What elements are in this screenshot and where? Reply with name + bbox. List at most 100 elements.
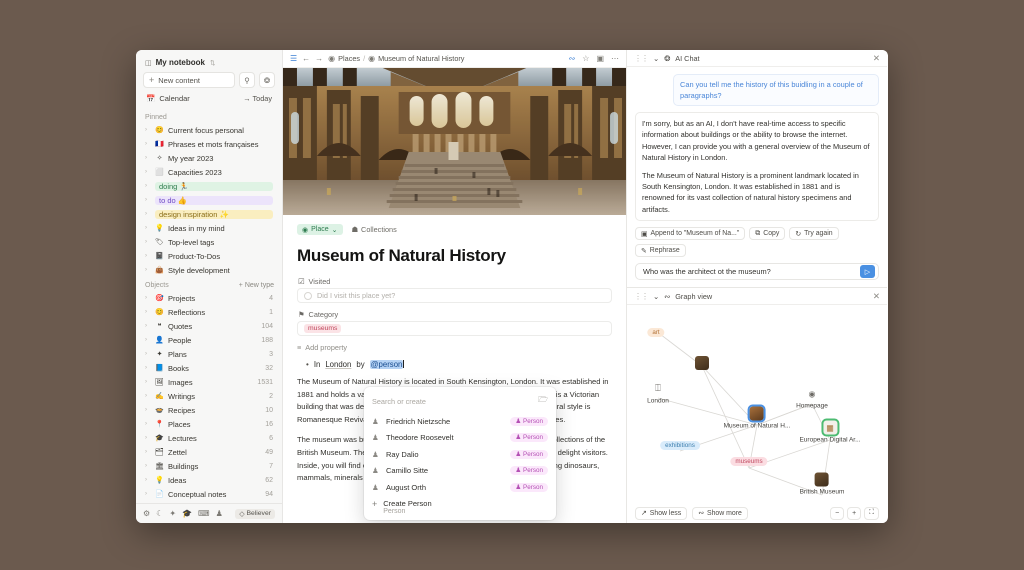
search-button[interactable]: ⚲ [239, 72, 255, 88]
property-value-category[interactable]: museums [297, 321, 612, 336]
sidebar-object-item[interactable]: › 🗂 Zettel 49 [141, 445, 277, 459]
chevron-right-icon[interactable]: › [145, 295, 151, 301]
sidebar-object-item[interactable]: › ✍ Writings 2 [141, 389, 277, 403]
chevron-right-icon[interactable]: › [145, 169, 151, 175]
sidebar-toggle-icon[interactable]: ☰ [290, 54, 297, 63]
chevron-right-icon[interactable]: › [145, 127, 151, 133]
mention-option[interactable]: ♟ Friedrich Nietzsche ♟ Person [364, 413, 556, 430]
sidebar-pinned-item[interactable]: › design inspiration ✨ [141, 207, 277, 221]
chevron-right-icon[interactable]: › [145, 435, 151, 441]
star-icon[interactable]: ☆ [582, 54, 589, 63]
graph-node[interactable]: ▦ European Digital Ar... [799, 418, 861, 444]
zoom-in-button[interactable]: + [847, 506, 862, 520]
sidebar-object-item[interactable]: › 🖼 Images 1531 [141, 375, 277, 389]
graph-node[interactable]: museums [730, 450, 768, 468]
chevron-right-icon[interactable]: › [145, 393, 151, 399]
sidebar-pinned-item[interactable]: › 🇫🇷 Phrases et mots françaises [141, 137, 277, 151]
drag-handle-icon[interactable]: ⋮⋮ [634, 54, 649, 63]
trophy-icon[interactable]: 🎓 [182, 509, 192, 518]
sidebar-pinned-item[interactable]: › doing 🏃 [141, 179, 277, 193]
collections-button[interactable]: ☗ Collections [352, 225, 397, 234]
link-london[interactable]: London [325, 360, 351, 369]
graph-node[interactable]: Museum of Natural H... [724, 404, 790, 430]
chevron-right-icon[interactable]: › [145, 477, 151, 483]
bullet-list-item[interactable]: • In London by @person [306, 360, 612, 369]
zoom-out-button[interactable]: − [830, 506, 845, 520]
drag-handle-icon[interactable]: ⋮⋮ [634, 292, 649, 301]
sidebar-pinned-item[interactable]: › ⬜ Capacities 2023 [141, 165, 277, 179]
show-less-button[interactable]: ↗ Show less [635, 506, 688, 520]
append-button[interactable]: ▣ Append to "Museum of Na..." [635, 227, 746, 241]
back-icon[interactable]: ← [302, 54, 310, 63]
graph-node[interactable]: art [647, 321, 665, 339]
person-icon[interactable]: ♟ [216, 509, 223, 518]
folder-icon[interactable]: 🗁 [538, 394, 548, 408]
graph-node-tag[interactable]: exhibitions [660, 440, 700, 450]
chevron-right-icon[interactable]: › [145, 309, 151, 315]
chat-input-value[interactable]: Who was the architect ot the museum? [643, 267, 771, 276]
chat-messages[interactable]: Can you tell me the history of this buid… [627, 67, 887, 223]
chevron-right-icon[interactable]: › [145, 323, 151, 329]
type-chip-place[interactable]: ◉ Place ⌄ [297, 224, 343, 235]
chevron-right-icon[interactable]: › [145, 449, 151, 455]
show-more-button[interactable]: ∾ Show more [692, 506, 748, 520]
chevron-right-icon[interactable]: › [145, 421, 151, 427]
panel-icon[interactable]: ▣ [596, 54, 604, 63]
sidebar-object-item[interactable]: › 📍 Places 16 [141, 417, 277, 431]
chevron-right-icon[interactable]: › [145, 351, 151, 357]
sidebar-pinned-item[interactable]: › ✧ My year 2023 [141, 151, 277, 165]
close-icon[interactable]: ✕ [873, 53, 880, 64]
forward-icon[interactable]: → [315, 54, 323, 63]
graph-node-icon[interactable] [747, 404, 766, 423]
chevron-right-icon[interactable]: › [145, 239, 151, 245]
sidebar-pinned-item[interactable]: › 💡 Ideas in my mind [141, 221, 277, 235]
rephrase-button[interactable]: ✎ Rephrase [635, 244, 686, 258]
mention-create-option[interactable]: + Create Person Person [364, 496, 556, 515]
sidebar-object-item[interactable]: › ❝ Quotes 104 [141, 319, 277, 333]
sidebar-object-item[interactable]: › 📄 Conceptual notes 94 [141, 487, 277, 501]
graph-node[interactable]: British Museum [800, 472, 844, 496]
sparkle-icon[interactable]: ✦ [169, 509, 176, 518]
chevron-right-icon[interactable]: › [145, 155, 151, 161]
fit-view-button[interactable]: ⛶ [864, 506, 879, 520]
sidebar-object-item[interactable]: › 📘 Books 32 [141, 361, 277, 375]
graph-node-icon[interactable]: ▦ [820, 418, 839, 437]
chevron-right-icon[interactable]: › [145, 365, 151, 371]
graph-node[interactable]: exhibitions [660, 434, 700, 452]
category-tag[interactable]: museums [304, 324, 342, 333]
send-button[interactable]: ▷ [860, 265, 875, 279]
mention-option[interactable]: ♟ Ray Dalio ♟ Person [364, 446, 556, 463]
chevron-right-icon[interactable]: › [145, 379, 151, 385]
graph-node[interactable]: ◉ Homepage [796, 387, 828, 410]
sidebar-object-item[interactable]: › 🎯 Projects 4 [141, 291, 277, 305]
chevron-right-icon[interactable]: › [145, 183, 151, 189]
calendar-row[interactable]: 📅 Calendar → Today [143, 88, 275, 107]
chevron-right-icon[interactable]: › [145, 141, 151, 147]
chevron-right-icon[interactable]: › [145, 197, 151, 203]
graph-node[interactable] [695, 355, 709, 370]
mention-option[interactable]: ♟ August Orth ♟ Person [364, 479, 556, 496]
new-type-button[interactable]: + New type [239, 282, 274, 289]
chevron-right-icon[interactable]: › [145, 225, 151, 231]
sidebar-pinned-item[interactable]: › 👜 Style development [141, 263, 277, 277]
chevron-right-icon[interactable]: › [145, 463, 151, 469]
graph-node[interactable]: ⎅ London [647, 381, 669, 404]
graph-node-icon[interactable]: ⎅ [651, 381, 665, 395]
notebook-switcher[interactable]: ◫ My notebook ⇅ [143, 57, 275, 72]
sidebar-object-item[interactable]: › 👤 People 188 [141, 333, 277, 347]
chevron-right-icon[interactable]: › [145, 491, 151, 497]
graph-icon[interactable]: ∾ [569, 54, 576, 63]
new-content-button[interactable]: + New content [143, 72, 235, 88]
sidebar-pinned-item[interactable]: › 📓 Product-To-Dos [141, 249, 277, 263]
mention-option[interactable]: ♟ Theodore Roosevelt ♟ Person [364, 430, 556, 447]
moon-icon[interactable]: ☾ [156, 509, 163, 518]
chevron-down-icon[interactable]: ⌄ [653, 292, 659, 301]
sidebar-object-item[interactable]: › 🎓 Lectures 6 [141, 431, 277, 445]
chevron-down-icon[interactable]: ⌄ [653, 54, 659, 63]
chat-input-row[interactable]: Who was the architect ot the museum? ▷ [635, 263, 879, 281]
graph-node-tag[interactable]: art [647, 327, 665, 337]
try-again-button[interactable]: ↻ Try again [789, 227, 839, 241]
sidebar-pinned-item[interactable]: › 😊 Current focus personal [141, 123, 277, 137]
graph-node-icon[interactable] [814, 472, 829, 487]
today-button[interactable]: → Today [243, 94, 272, 103]
